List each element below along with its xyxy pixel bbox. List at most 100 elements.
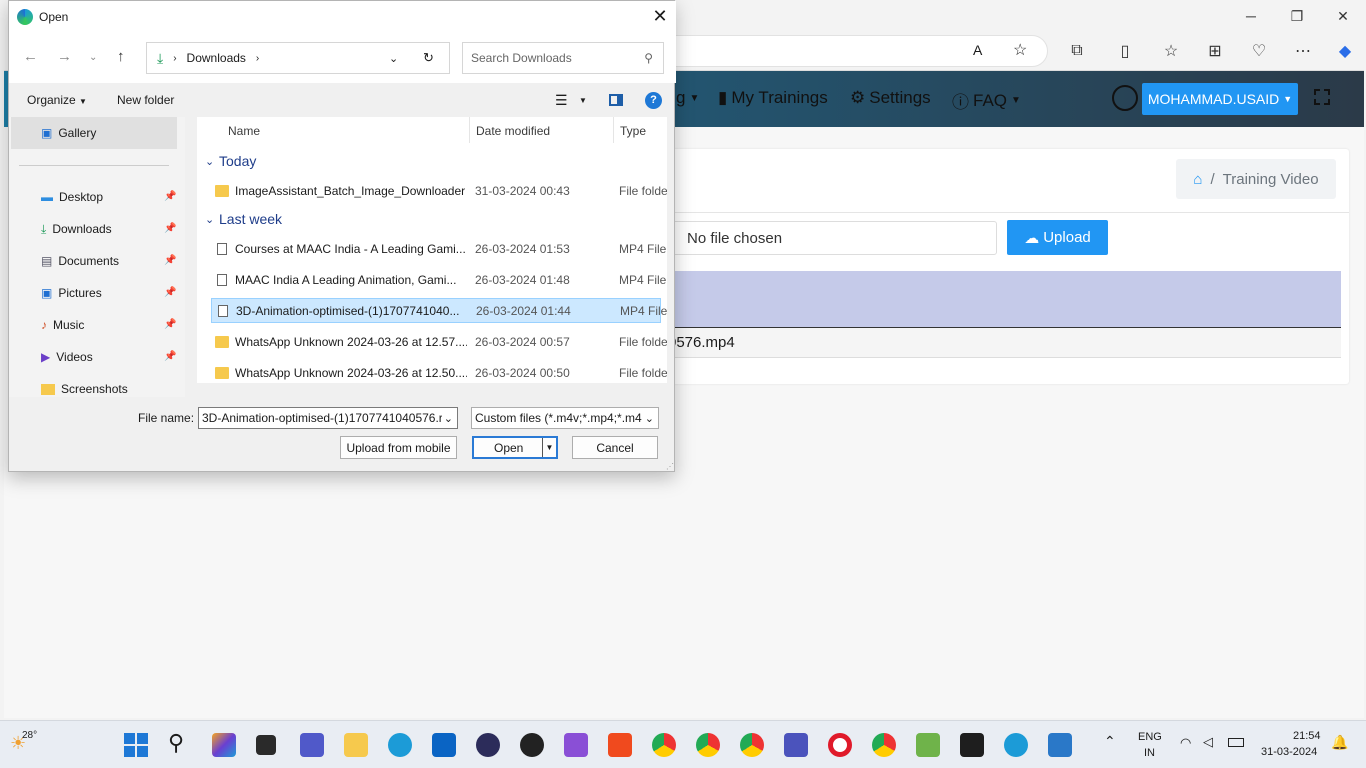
search-input[interactable]: Search Downloads ⚲ xyxy=(462,42,664,74)
favorite-star-icon[interactable]: ☆ xyxy=(1013,40,1027,60)
organize-button[interactable]: Organize ▼ xyxy=(27,93,87,107)
list-item[interactable]: MAAC India A Leading Animation, Gami... 2… xyxy=(211,267,666,292)
filename-input[interactable]: 3D-Animation-optimised-(1)1707741040576.… xyxy=(198,407,458,429)
nav-item-settings[interactable]: ⚙ Settings xyxy=(850,88,931,108)
back-arrow-icon[interactable]: ← xyxy=(23,48,38,65)
fullscreen-icon[interactable] xyxy=(1314,89,1330,105)
nav-item-my-trainings[interactable]: ▮ My Trainings xyxy=(718,88,828,108)
outlook-icon[interactable] xyxy=(432,733,456,757)
up-arrow-icon[interactable]: ↑ xyxy=(117,48,125,65)
brave-icon[interactable] xyxy=(608,733,632,757)
teams-icon[interactable] xyxy=(300,733,324,757)
group-last-week[interactable]: ⌄ Last week xyxy=(205,211,282,227)
list-item[interactable]: ImageAssistant_Batch_Image_Downloader 31-… xyxy=(211,178,667,203)
path-chevron-icon[interactable]: › xyxy=(256,53,259,64)
help-icon[interactable]: ? xyxy=(645,91,662,109)
more-options-icon[interactable]: ⋯ xyxy=(1290,40,1316,62)
list-item-selected[interactable]: 3D-Animation-optimised-(1)1707741040... 2… xyxy=(211,298,667,323)
notepad-plus-icon[interactable] xyxy=(916,733,940,757)
notification-bell-icon[interactable]: 🔔 xyxy=(1331,734,1348,751)
column-header-date[interactable]: Date modified xyxy=(476,124,550,138)
nav-pictures[interactable]: ▣ Pictures xyxy=(41,283,102,303)
cancel-button[interactable]: Cancel xyxy=(572,436,658,459)
view-list-icon[interactable]: ☰ xyxy=(555,92,568,109)
visual-studio-icon[interactable] xyxy=(564,733,588,757)
browser-essentials-icon[interactable]: ♡ xyxy=(1246,40,1272,62)
minimize-button[interactable]: ─ xyxy=(1228,4,1274,28)
preview-pane-icon[interactable] xyxy=(609,94,623,106)
new-folder-button[interactable]: New folder xyxy=(117,93,174,107)
search-icon[interactable]: ⚲ xyxy=(168,730,184,756)
edge-dev-icon[interactable] xyxy=(388,733,412,757)
windows-start-icon[interactable] xyxy=(124,733,148,757)
upload-button[interactable]: ☁ Upload xyxy=(1007,220,1108,255)
opera-icon[interactable] xyxy=(828,733,852,757)
nav-desktop[interactable]: ▬ Desktop xyxy=(41,187,103,207)
language-indicator[interactable]: ENG xyxy=(1138,731,1162,743)
file-explorer-icon[interactable] xyxy=(344,733,368,757)
list-item[interactable]: Courses at MAAC India - A Leading Gami..… xyxy=(211,236,666,261)
photos-icon[interactable] xyxy=(1048,733,1072,757)
terminal-icon[interactable] xyxy=(960,733,984,757)
filename-dropdown-icon[interactable]: ⌄ xyxy=(441,411,453,425)
nav-music[interactable]: ♪ Music xyxy=(41,315,84,335)
region-indicator[interactable]: IN xyxy=(1144,747,1155,759)
list-item[interactable]: WhatsApp Unknown 2024-03-26 at 12.50....… xyxy=(211,360,667,383)
collections-icon[interactable]: ⊞ xyxy=(1202,40,1228,62)
refresh-icon[interactable]: ↻ xyxy=(423,50,434,66)
show-hidden-icons[interactable]: ⌃ xyxy=(1104,733,1116,750)
chrome-profile-icon[interactable] xyxy=(872,733,896,757)
teams-new-icon[interactable] xyxy=(784,733,808,757)
column-header-name[interactable]: Name xyxy=(228,124,260,138)
edge-icon[interactable] xyxy=(1004,733,1028,757)
user-menu-button[interactable]: MOHAMMAD.USAID ▼ xyxy=(1142,83,1298,115)
volume-icon[interactable]: ◁ xyxy=(1203,734,1213,750)
weather-temp[interactable]: 28° xyxy=(22,730,37,741)
clock-time[interactable]: 21:54 xyxy=(1293,730,1321,742)
file-type-filter[interactable]: Custom files (*.m4v;*.mp4;*.m4 ⌄ xyxy=(471,407,659,429)
path-bar[interactable]: ⤓ › Downloads › ⌄ ↻ xyxy=(146,42,450,74)
nav-gallery[interactable]: ▣ Gallery xyxy=(41,123,96,143)
filter-dropdown-icon[interactable]: ⌄ xyxy=(642,411,654,425)
obs-icon[interactable] xyxy=(520,733,544,757)
nav-item-faq[interactable]: ⓘ FAQ ▼ xyxy=(952,88,1021,113)
task-view-icon[interactable] xyxy=(256,735,276,755)
clock-date[interactable]: 31-03-2024 xyxy=(1261,746,1317,758)
copilot-icon[interactable]: ◆ xyxy=(1332,40,1358,62)
favorites-icon[interactable]: ☆ xyxy=(1158,40,1184,62)
chrome-profile-icon[interactable] xyxy=(740,733,764,757)
nav-videos[interactable]: ▶ Videos xyxy=(41,347,93,367)
split-screen-icon[interactable]: ▯ xyxy=(1112,40,1138,62)
eclipse-icon[interactable] xyxy=(476,733,500,757)
upload-from-mobile-button[interactable]: Upload from mobile xyxy=(340,436,457,459)
recent-dropdown-icon[interactable]: ⌄ xyxy=(89,52,97,63)
view-dropdown-icon[interactable]: ▼ xyxy=(579,96,587,105)
path-current[interactable]: Downloads xyxy=(187,51,246,65)
open-dropdown-icon[interactable]: ▼ xyxy=(542,438,556,457)
column-header-type[interactable]: Type xyxy=(620,124,646,138)
battery-icon[interactable] xyxy=(1228,738,1244,747)
forward-arrow-icon[interactable]: → xyxy=(57,48,72,65)
resize-grip-icon[interactable]: ⋰ xyxy=(666,462,674,471)
restore-button[interactable]: ❐ xyxy=(1274,4,1320,28)
table-row[interactable]: 0576.mp4 xyxy=(664,328,1341,358)
chrome-profile-icon[interactable] xyxy=(652,733,676,757)
chrome-icon[interactable] xyxy=(696,733,720,757)
open-button[interactable]: Open ▼ xyxy=(472,436,558,459)
wifi-icon[interactable]: ◠ xyxy=(1180,735,1191,751)
close-window-button[interactable]: ✕ xyxy=(1320,4,1366,28)
nav-downloads[interactable]: ⤓ Downloads xyxy=(41,219,112,239)
read-aloud-icon[interactable]: A xyxy=(973,42,982,58)
nav-documents[interactable]: ▤ Documents xyxy=(41,251,119,271)
home-icon[interactable]: ⌂ xyxy=(1193,171,1202,188)
nav-item-partial[interactable]: g ▼ xyxy=(676,88,699,108)
nav-screenshots[interactable]: Screenshots xyxy=(41,379,128,397)
close-dialog-icon[interactable]: ✕ xyxy=(644,1,676,31)
copilot-app-icon[interactable] xyxy=(212,733,236,757)
user-avatar-icon[interactable] xyxy=(1112,85,1138,111)
path-dropdown-icon[interactable]: ⌄ xyxy=(389,52,398,65)
list-item[interactable]: WhatsApp Unknown 2024-03-26 at 12.57....… xyxy=(211,329,667,354)
file-input[interactable]: No file chosen xyxy=(664,221,997,255)
group-today[interactable]: ⌄ Today xyxy=(205,153,256,169)
extensions-icon[interactable]: ⧉ xyxy=(1064,40,1090,62)
